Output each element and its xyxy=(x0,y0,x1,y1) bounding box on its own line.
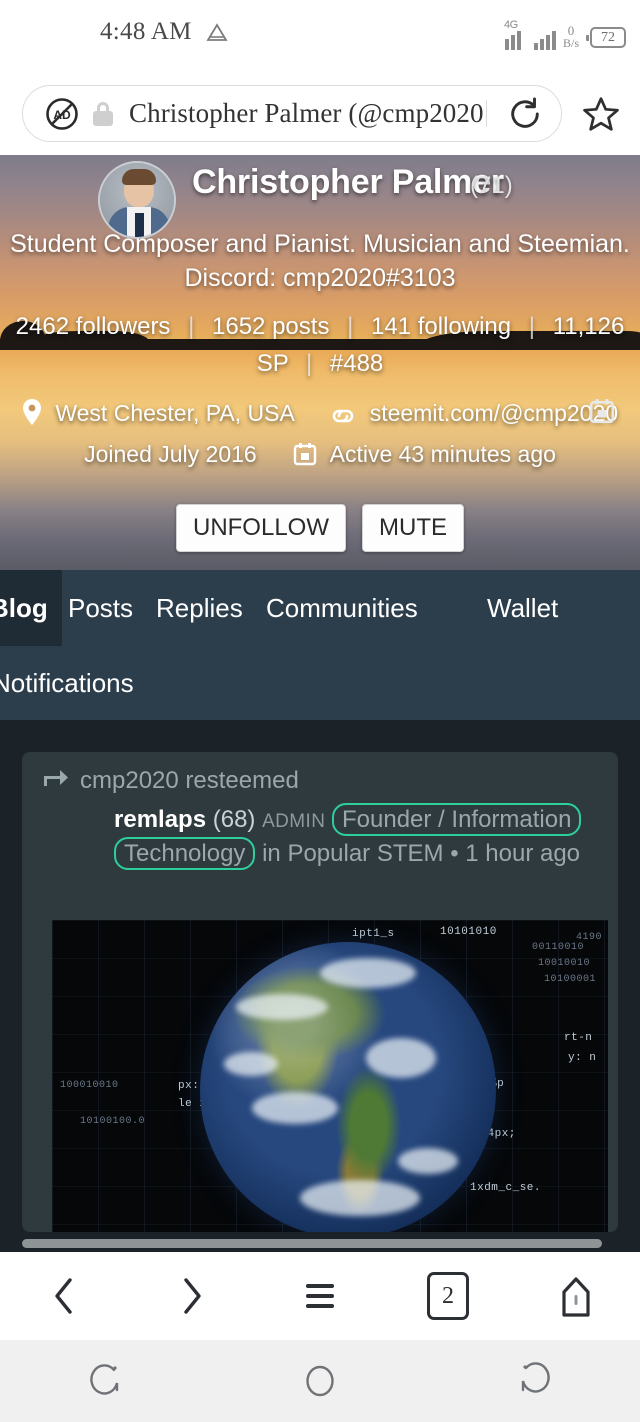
battery-icon: 72 xyxy=(586,27,626,48)
stat-divider: | xyxy=(188,313,195,340)
stat-rank[interactable]: #488 xyxy=(330,350,383,377)
community-prefix: in xyxy=(262,840,281,867)
stat-divider: | xyxy=(305,350,313,377)
url-text[interactable]: Christopher Palmer (@cmp2020) xyxy=(129,98,484,129)
post-image-code: 10100001 xyxy=(544,974,597,985)
status-clock: 4:48 AM xyxy=(100,18,192,45)
profile-tab-bar: Blog Posts Replies Communities Wallet No… xyxy=(0,570,640,720)
system-back-button[interactable] xyxy=(427,1358,640,1404)
toolbar-divider xyxy=(486,100,487,127)
system-recents-button[interactable] xyxy=(0,1358,213,1404)
post-image-code: 1xdm_c_se. xyxy=(470,1182,542,1194)
resteem-icon xyxy=(42,766,70,795)
profile-stats: 2462 followers | 1652 posts | 141 follow… xyxy=(0,308,640,382)
location-pin-icon xyxy=(22,399,42,436)
signal-bars-icon-secondary xyxy=(533,28,556,50)
post-separator: • xyxy=(450,840,459,867)
post-author-line: remlaps (68) ADMIN Founder / Information… xyxy=(114,803,604,870)
browser-nav-bar: 2 xyxy=(0,1252,640,1340)
tab-switcher-button[interactable]: 2 xyxy=(384,1272,512,1320)
profile-bio: Student Composer and Pianist. Musician a… xyxy=(0,227,640,295)
stat-followers[interactable]: 2462 followers xyxy=(16,313,171,340)
mute-button[interactable]: MUTE xyxy=(362,504,464,552)
network-type-label: 4G xyxy=(503,19,518,31)
status-bar: 4:48 AM 4G 0 B/s 72 xyxy=(0,0,640,62)
profile-last-active: Active 43 minutes ago xyxy=(329,441,556,467)
link-icon xyxy=(330,399,356,436)
home-button[interactable] xyxy=(512,1273,640,1319)
profile-bio-line-2: Discord: cmp2020#3103 xyxy=(184,264,456,292)
stat-divider: | xyxy=(528,313,536,340)
tab-communities[interactable]: Communities xyxy=(266,570,418,646)
profile-website[interactable]: steemit.com/@cmp2020 xyxy=(370,400,618,426)
tab-replies[interactable]: Replies xyxy=(156,570,243,646)
post-author-role: ADMIN xyxy=(262,811,326,832)
tab-row-secondary: Notifications xyxy=(0,646,640,720)
lock-icon[interactable] xyxy=(93,101,113,126)
calendar-icon xyxy=(293,440,317,477)
alarm-triangle-icon xyxy=(206,23,228,41)
post-image-code: 10010010 xyxy=(538,958,591,969)
post-image-code: y: n xyxy=(568,1052,597,1064)
tab-blog[interactable]: Blog xyxy=(0,570,62,646)
data-speed-indicator: 0 B/s xyxy=(563,24,579,49)
post-image[interactable]: ipt1_s 10101010 00110010 10010010 101000… xyxy=(52,920,608,1232)
post-author[interactable]: remlaps xyxy=(114,806,206,833)
browser-toolbar: AD Christopher Palmer (@cmp2020) xyxy=(0,62,640,155)
adblock-icon[interactable]: AD xyxy=(45,97,79,131)
post-image-code: 10101010 xyxy=(440,926,497,938)
profile-joined: Joined July 2016 xyxy=(84,441,257,467)
system-home-button[interactable] xyxy=(213,1358,426,1404)
post-image-code: 00110010 xyxy=(532,942,585,953)
post-age: 1 hour ago xyxy=(465,840,581,867)
signal-bars-icon: 4G xyxy=(504,19,527,50)
post-card[interactable]: cmp2020 resteemed remlaps (68) ADMIN Fou… xyxy=(22,752,618,1232)
back-button[interactable] xyxy=(0,1274,128,1318)
resteem-indicator: cmp2020 resteemed xyxy=(42,766,299,795)
system-nav-bar xyxy=(0,1340,640,1422)
tab-posts[interactable]: Posts xyxy=(68,570,133,646)
post-image-code: 100010010 xyxy=(60,1080,119,1091)
star-icon[interactable] xyxy=(572,85,630,142)
forward-button[interactable] xyxy=(128,1274,256,1318)
horizontal-scrollbar[interactable] xyxy=(22,1239,602,1248)
post-author-reputation: (68) xyxy=(212,806,256,833)
page-title: Christopher Palmer xyxy=(192,163,504,201)
profile-bio-line-1: Student Composer and Pianist. Musician a… xyxy=(10,230,630,258)
post-image-code: ipt1_s xyxy=(352,928,395,940)
post-feed: cmp2020 resteemed remlaps (68) ADMIN Fou… xyxy=(0,720,640,1252)
profile-meta: West Chester, PA, USA steemit.com/@cmp20… xyxy=(0,395,640,477)
reputation-badge: (71) xyxy=(470,172,513,199)
battery-percent: 72 xyxy=(601,29,615,45)
post-image-code: 10100100.0 xyxy=(80,1116,146,1127)
post-community[interactable]: Popular STEM xyxy=(287,840,443,867)
stat-posts[interactable]: 1652 posts xyxy=(212,313,329,340)
calendar-icon-right xyxy=(589,398,615,429)
unfollow-button[interactable]: UNFOLLOW xyxy=(175,504,346,552)
earth-globe-icon xyxy=(200,942,496,1232)
menu-button[interactable] xyxy=(256,1279,384,1313)
status-indicators: 4G 0 B/s 72 xyxy=(504,14,626,50)
profile-location: West Chester, PA, USA xyxy=(55,400,294,426)
resteem-text: cmp2020 resteemed xyxy=(80,766,299,794)
reload-icon[interactable] xyxy=(489,95,561,133)
post-image-code: rt-n xyxy=(564,1032,593,1044)
stat-divider: | xyxy=(347,313,354,340)
stat-following[interactable]: 141 following xyxy=(371,313,511,340)
address-bar[interactable]: AD Christopher Palmer (@cmp2020) xyxy=(22,85,562,142)
tab-wallet[interactable]: Wallet xyxy=(487,570,558,646)
post-image-code: 4190 xyxy=(576,932,603,943)
tab-count: 2 xyxy=(427,1272,469,1320)
data-speed-unit: B/s xyxy=(562,36,579,50)
tab-notifications[interactable]: Notifications xyxy=(0,646,134,720)
tab-row-primary: Blog Posts Replies Communities Wallet xyxy=(0,570,640,646)
profile-actions: UNFOLLOW MUTE xyxy=(0,504,640,552)
phone-screen: 4:48 AM 4G 0 B/s 72 Christopher Palmer (… xyxy=(0,0,640,1422)
